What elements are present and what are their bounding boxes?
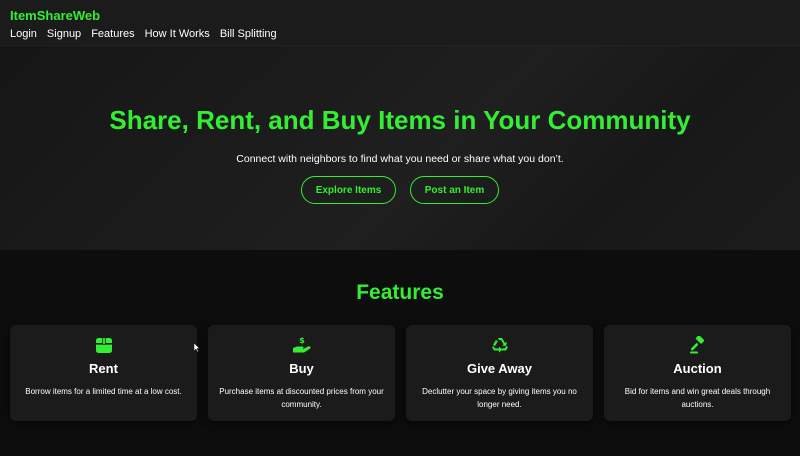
explore-items-button[interactable]: Explore Items [301,176,396,204]
feature-title-auction: Auction [673,361,722,376]
mouse-cursor-icon [194,343,200,352]
gavel-icon [604,336,791,354]
recycle-icon [406,336,593,354]
nav-link-how-it-works[interactable]: How It Works [145,27,210,41]
post-item-button[interactable]: Post an Item [410,176,499,204]
nav-link-login[interactable]: Login [10,27,37,41]
brand-logo[interactable]: ItemShareWeb [10,8,790,24]
feature-card-rent: Rent Borrow items for a limited time at … [10,325,197,421]
box-icon [10,336,197,354]
feature-desc-rent: Borrow items for a limited time at a low… [25,387,182,396]
svg-text:$: $ [299,336,305,345]
features-title: Features [356,281,444,304]
hero-title: Share, Rent, and Buy Items in Your Commu… [109,105,691,135]
hand-dollar-icon: $ [208,336,395,354]
feature-desc-give-away: Declutter your space by giving items you… [422,387,577,409]
nav-link-bill-splitting[interactable]: Bill Splitting [220,27,277,41]
feature-title-rent: Rent [89,361,118,376]
feature-card-give-away: Give Away Declutter your space by giving… [406,325,593,421]
nav-link-signup[interactable]: Signup [47,27,81,41]
feature-card-auction: Auction Bid for items and win great deal… [604,325,791,421]
nav-links: Login Signup Features How It Works Bill … [10,27,790,41]
feature-title-buy: Buy [289,361,314,376]
navbar: ItemShareWeb Login Signup Features How I… [0,0,800,46]
feature-desc-auction: Bid for items and win great deals throug… [624,387,771,409]
hero-section: Share, Rent, and Buy Items in Your Commu… [0,46,800,250]
feature-desc-buy: Purchase items at discounted prices from… [219,387,384,409]
nav-link-features[interactable]: Features [91,27,134,41]
feature-title-give-away: Give Away [466,361,533,376]
hero-subtitle: Connect with neighbors to find what you … [236,153,564,165]
feature-card-buy: $ Buy Purchase items at discounted price… [208,325,395,421]
